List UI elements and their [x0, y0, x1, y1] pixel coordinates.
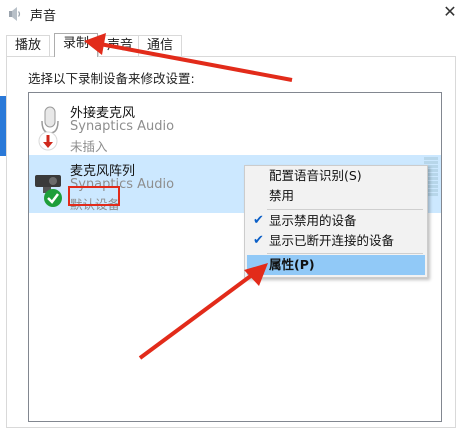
instruction-text: 选择以下录制设备来修改设置:: [28, 71, 195, 86]
device-item-external-mic[interactable]: 外接麦克风 Synaptics Audio 未插入: [29, 97, 441, 155]
menu-separator: [267, 253, 423, 254]
device-status: 未插入: [70, 139, 108, 154]
tab-communications[interactable]: 通信: [138, 35, 183, 56]
unplugged-down-arrow-icon: [38, 131, 58, 155]
context-menu: 配置语音识别(S) 禁用 ✔ 显示禁用的设备 ✔ 显示已断开连接的设备 属性(P…: [244, 165, 428, 278]
menu-item-show-disabled[interactable]: ✔ 显示禁用的设备: [247, 211, 425, 231]
tab-recording[interactable]: 录制: [54, 33, 99, 57]
close-button[interactable]: ✕: [440, 2, 460, 22]
menu-item-show-disconnected[interactable]: ✔ 显示已断开连接的设备: [247, 231, 425, 251]
checkmark-icon: ✔: [253, 233, 264, 248]
menu-item-label: 显示已断开连接的设备: [269, 233, 395, 248]
menu-item-label: 配置语音识别(S): [269, 168, 362, 183]
checkmark-icon: ✔: [253, 213, 264, 228]
speaker-icon: [7, 6, 23, 22]
tab-playback[interactable]: 播放: [6, 35, 51, 56]
window-title: 声音: [30, 9, 57, 24]
default-checkmark-icon: [43, 188, 63, 212]
title-bar: 声音 ✕: [0, 0, 470, 28]
menu-item-disable[interactable]: 禁用: [247, 186, 425, 206]
default-device-highlight-box: [68, 186, 120, 206]
menu-item-properties[interactable]: 属性(P): [247, 255, 425, 275]
menu-separator: [267, 209, 423, 210]
sound-dialog: 声音 ✕ 播放 录制 声音 通信 选择以下录制设备来修改设置: 外接麦克风 Sy…: [0, 0, 470, 431]
device-driver: Synaptics Audio: [70, 119, 175, 134]
tab-sounds[interactable]: 声音: [98, 35, 143, 56]
menu-item-configure-speech[interactable]: 配置语音识别(S): [247, 166, 425, 186]
menu-item-label: 禁用: [269, 188, 295, 203]
menu-item-label: 显示禁用的设备: [269, 213, 357, 228]
menu-item-label: 属性(P): [269, 257, 315, 272]
